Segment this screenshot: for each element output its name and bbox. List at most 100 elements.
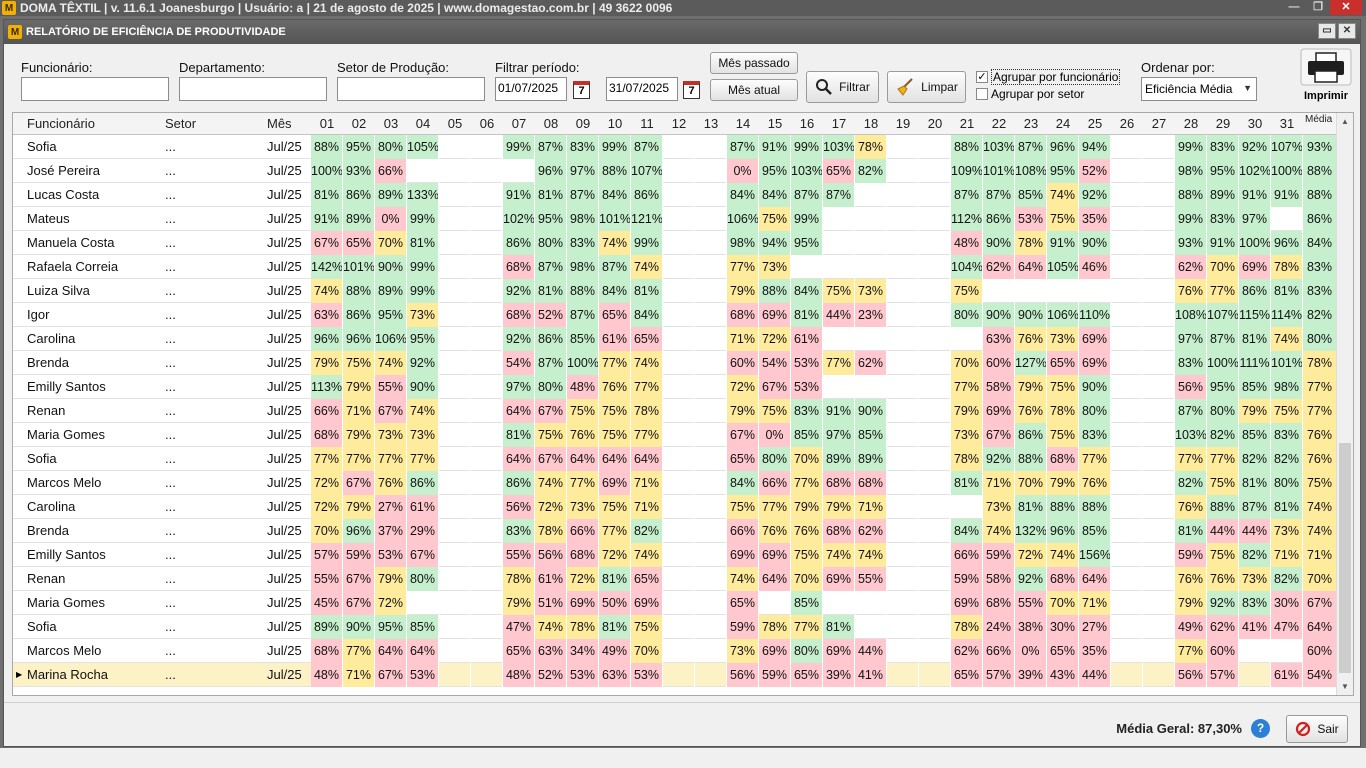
header-day[interactable]: 30 (1239, 113, 1271, 135)
header-day[interactable]: 24 (1047, 113, 1079, 135)
header-day[interactable]: 04 (407, 113, 439, 135)
vertical-scrollbar[interactable]: ▲ ▼ (1336, 113, 1353, 695)
setor-producao-input[interactable] (337, 77, 485, 101)
cell-mes: Jul/25 (267, 187, 302, 202)
scroll-down-icon[interactable]: ▼ (1337, 678, 1353, 695)
cell-day-value (663, 207, 695, 231)
cell-media: 83% (1303, 279, 1337, 303)
cell-day-value: 53% (791, 351, 823, 375)
help-icon[interactable]: ? (1251, 719, 1270, 738)
table-row[interactable]: Lucas Costa... Jul/25 81% 86% 89% 133% 91% 81% 8… (13, 183, 1337, 207)
table-row[interactable]: Mateus... Jul/25 91% 89% 0% 99% 102% 95% 98% 101%… (13, 207, 1337, 231)
minimize-icon[interactable]: — (1282, 0, 1306, 15)
header-day[interactable]: 21 (951, 113, 983, 135)
table-row[interactable]: Igor... Jul/25 63% 86% 95% 73% 68% 52% 87% 65% 84%… (13, 303, 1337, 327)
maximize-icon[interactable]: ❐ (1306, 0, 1330, 15)
cell-day-value: 65% (823, 159, 855, 183)
header-day[interactable]: 25 (1079, 113, 1111, 135)
table-row[interactable]: Brenda... Jul/25 70% 96% 37% 29% 83% 78% 66% 77% 8… (13, 519, 1337, 543)
table-row[interactable]: Carolina... Jul/25 96% 96% 106% 95% 92% 86% 85% 6… (13, 327, 1337, 351)
ordenar-select[interactable]: Eficiência Média ▼ (1141, 77, 1257, 101)
table-row[interactable]: Sofia... Jul/25 88% 95% 80% 105% 99% 87% 83% 99% 8… (13, 135, 1337, 159)
departamento-input[interactable] (179, 77, 327, 101)
close-icon[interactable]: ✕ (1330, 0, 1362, 15)
mes-atual-button[interactable]: Mês atual (710, 79, 798, 101)
periodo-label: Filtrar período: (495, 60, 580, 75)
header-day[interactable]: 28 (1175, 113, 1207, 135)
table-row[interactable]: Marcos Melo... Jul/25 72% 67% 76% 86% 86% 74% 77… (13, 471, 1337, 495)
window-close-icon[interactable]: ✕ (1338, 23, 1356, 39)
table-row[interactable]: Emilly Santos... Jul/25 57% 59% 53% 67% 55% 56%… (13, 543, 1337, 567)
agrupar-funcionario-checkbox[interactable]: ✓ Agrupar por funcionário (976, 69, 1121, 85)
header-day[interactable]: 10 (599, 113, 631, 135)
cell-day-value: 100% (311, 159, 343, 183)
window-maximize-icon[interactable]: ▭ (1318, 23, 1336, 39)
table-row[interactable]: Sofia... Jul/25 89% 90% 95% 85% 47% 74% 78% 81% 75… (13, 615, 1337, 639)
header-day[interactable]: 22 (983, 113, 1015, 135)
cell-day-value (1143, 183, 1175, 207)
header-day[interactable]: 29 (1207, 113, 1239, 135)
header-day[interactable]: 08 (535, 113, 567, 135)
efficiency-grid[interactable]: Funcionário Setor Mês 01 02 03 04 05 06 07 08 09… (12, 112, 1354, 696)
table-row[interactable]: Renan... Jul/25 55% 67% 79% 80% 78% 61% 72% 81% 65… (13, 567, 1337, 591)
cell-day-value (1015, 279, 1047, 303)
table-row[interactable]: Marcos Melo... Jul/25 68% 77% 64% 64% 65% 63% 34… (13, 639, 1337, 663)
sair-button[interactable]: Sair (1286, 715, 1348, 743)
header-day[interactable]: 12 (663, 113, 695, 135)
table-row[interactable]: Sofia... Jul/25 77% 77% 77% 77% 64% 67% 64% 64% 64… (13, 447, 1337, 471)
cell-day-value (471, 183, 503, 207)
cell-day-value: 53% (631, 663, 663, 687)
header-day[interactable]: 27 (1143, 113, 1175, 135)
table-row[interactable]: José Pereira... Jul/25 100% 93% 66% 96% 97% 88%… (13, 159, 1337, 183)
header-day[interactable]: 02 (343, 113, 375, 135)
header-day[interactable]: 07 (503, 113, 535, 135)
header-day[interactable]: 14 (727, 113, 759, 135)
header-day[interactable]: 20 (919, 113, 951, 135)
header-day[interactable]: 19 (887, 113, 919, 135)
cell-day-value: 79% (951, 399, 983, 423)
table-row[interactable]: Luiza Silva... Jul/25 74% 88% 89% 99% 92% 81% 88… (13, 279, 1337, 303)
header-setor[interactable]: Setor (165, 113, 196, 135)
header-day[interactable]: 05 (439, 113, 471, 135)
calendar-from-icon[interactable]: 7 (573, 81, 590, 99)
scroll-up-icon[interactable]: ▲ (1337, 113, 1353, 130)
header-day[interactable]: 01 (311, 113, 343, 135)
header-day[interactable]: 06 (471, 113, 503, 135)
header-day[interactable]: 11 (631, 113, 663, 135)
funcionario-input[interactable] (21, 77, 169, 101)
header-day[interactable]: 15 (759, 113, 791, 135)
header-mes[interactable]: Mês (267, 113, 292, 135)
filtrar-button[interactable]: Filtrar (806, 71, 879, 103)
cell-day-value: 88% (567, 279, 599, 303)
table-row[interactable]: Carolina... Jul/25 72% 79% 27% 61% 56% 72% 73% 75… (13, 495, 1337, 519)
date-from-input[interactable]: 01/07/2025 (495, 77, 567, 101)
table-row[interactable]: Brenda... Jul/25 79% 75% 74% 92% 54% 87% 100% 77%… (13, 351, 1337, 375)
header-day[interactable]: 23 (1015, 113, 1047, 135)
table-row[interactable]: Emilly Santos... Jul/25 113% 79% 55% 90% 97% 80… (13, 375, 1337, 399)
cell-day-value: 64% (599, 447, 631, 471)
agrupar-setor-checkbox[interactable]: Agrupar por setor (976, 87, 1084, 101)
scroll-thumb[interactable] (1339, 443, 1351, 673)
calendar-to-icon[interactable]: 7 (683, 81, 700, 99)
header-day[interactable]: 17 (823, 113, 855, 135)
header-day[interactable]: 26 (1111, 113, 1143, 135)
date-to-input[interactable]: 31/07/2025 (606, 77, 678, 101)
limpar-button[interactable]: Limpar (887, 71, 966, 103)
header-day[interactable]: 16 (791, 113, 823, 135)
header-funcionario[interactable]: Funcionário (27, 113, 95, 135)
table-row[interactable]: Manuela Costa... Jul/25 67% 65% 70% 81% 86% 80%… (13, 231, 1337, 255)
header-day[interactable]: 18 (855, 113, 887, 135)
table-row[interactable]: Maria Gomes... Jul/25 45% 67% 72% 79% 51% 69% 50… (13, 591, 1337, 615)
table-row[interactable]: Maria Gomes... Jul/25 68% 79% 73% 73% 81% 75% 76… (13, 423, 1337, 447)
cell-day-value: 69% (759, 303, 791, 327)
table-row[interactable]: ▶ Marina Rocha... Jul/25 48% 71% 67% 53% 48% 52%… (13, 663, 1337, 687)
imprimir-button[interactable]: Imprimir (1299, 48, 1353, 104)
header-day[interactable]: 03 (375, 113, 407, 135)
header-day[interactable]: 31 (1271, 113, 1303, 135)
header-media[interactable]: Média (1305, 113, 1332, 131)
header-day[interactable]: 09 (567, 113, 599, 135)
table-row[interactable]: Rafaela Correia... Jul/25 142% 101% 90% 99% 68… (13, 255, 1337, 279)
mes-passado-button[interactable]: Mês passado (710, 52, 798, 74)
table-row[interactable]: Renan... Jul/25 66% 71% 67% 74% 64% 67% 75% 75% 78… (13, 399, 1337, 423)
header-day[interactable]: 13 (695, 113, 727, 135)
